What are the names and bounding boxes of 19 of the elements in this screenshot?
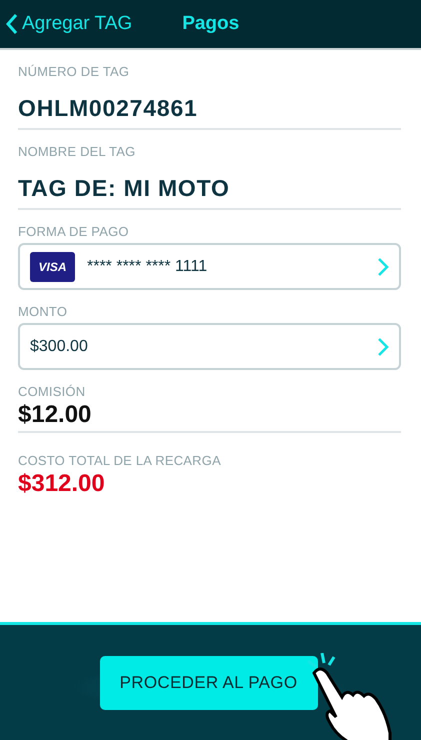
field-label: COSTO TOTAL DE LA RECARGA	[18, 453, 222, 468]
proceed-button[interactable]: PROCEDER AL PAGO	[100, 656, 318, 710]
field-label: NÚMERO DE TAG	[18, 64, 130, 79]
card-logo: VISA	[30, 252, 75, 282]
field-label: NOMBRE DEL TAG	[18, 144, 136, 159]
payment-method-select[interactable]: VISA **** **** **** 1111	[18, 243, 401, 290]
chevron-icon	[377, 336, 389, 356]
back-button[interactable]: Agregar TAG	[6, 13, 132, 35]
amount-value: $12.00	[18, 399, 401, 433]
field-value: OHLM00274861	[18, 79, 401, 130]
amount-value: $312.00	[18, 469, 106, 499]
field-value: TAG DE: MI MOTO	[18, 159, 401, 210]
chevron-icon	[377, 256, 389, 276]
field-label: FORMA DE PAGO	[18, 224, 130, 239]
field-label: COMISIÓN	[18, 384, 86, 399]
back-icon	[6, 13, 18, 35]
screen-title: Pagos	[182, 13, 240, 35]
amount-select[interactable]: $300.00	[18, 323, 401, 370]
field-label: MONTO	[18, 304, 68, 319]
